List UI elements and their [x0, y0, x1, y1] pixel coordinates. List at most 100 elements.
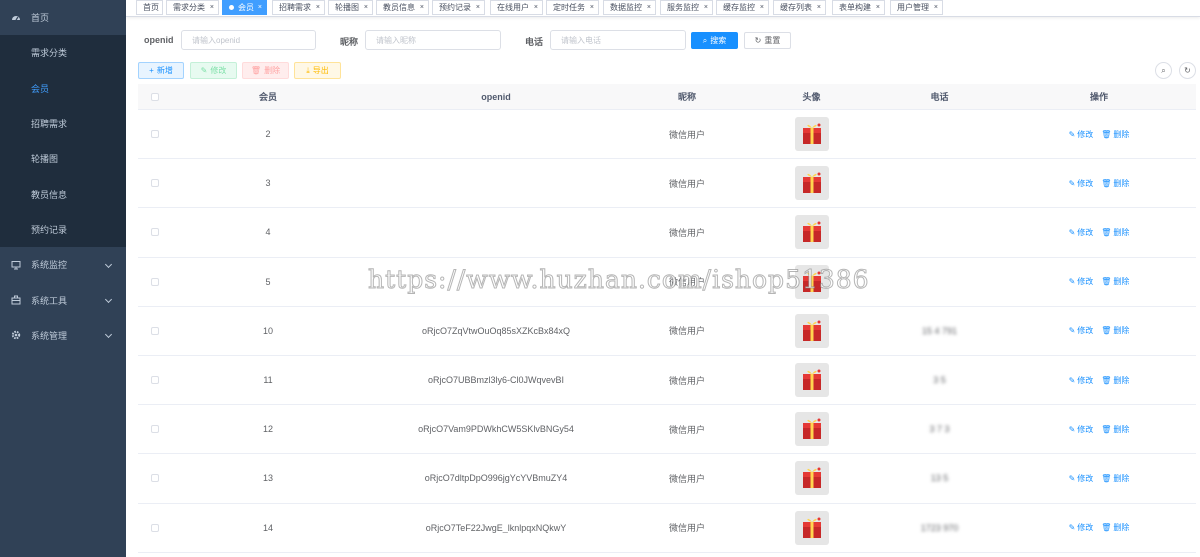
edit-icon: ✎ — [1068, 424, 1076, 434]
tag-carousel[interactable]: 轮播图 × — [328, 0, 373, 15]
close-icon[interactable]: × — [258, 4, 262, 11]
tag-cache-list[interactable]: 缓存列表 × — [773, 0, 826, 15]
tag-data-monitor[interactable]: 数据监控 × — [603, 0, 656, 15]
row-delete-button[interactable]: 🗑 删除 — [1101, 276, 1129, 287]
row-checkbox[interactable] — [151, 523, 159, 532]
tag-scheduled-tasks[interactable]: 定时任务 × — [546, 0, 599, 15]
close-icon[interactable]: × — [364, 4, 368, 11]
tag-appointment[interactable]: 预约记录 × — [432, 0, 485, 15]
avatar[interactable] — [794, 166, 829, 201]
row-edit-button[interactable]: ✎ 修改 — [1069, 424, 1094, 435]
sidebar-item-demand-category[interactable]: 需求分类 — [0, 35, 126, 71]
avatar[interactable] — [794, 363, 829, 398]
close-icon[interactable]: × — [590, 4, 594, 11]
tag-form-builder[interactable]: 表单构建 × — [832, 0, 885, 15]
row-edit-button[interactable]: ✎ 修改 — [1069, 129, 1094, 140]
row-checkbox[interactable] — [151, 474, 159, 483]
row-delete-button[interactable]: 🗑 删除 — [1101, 375, 1129, 386]
close-icon[interactable]: × — [934, 4, 938, 11]
sidebar-item-carousel[interactable]: 轮播图 — [0, 141, 126, 177]
cell-openid: oRjcO7Vam9PDWkhCW5SKlvBNGy54 — [418, 424, 574, 435]
close-icon[interactable]: × — [476, 4, 480, 11]
tag-server-monitor[interactable]: 服务监控 × — [660, 0, 713, 15]
delete-button[interactable]: 🗑 删除 — [242, 62, 289, 79]
row-edit-button[interactable]: ✎ 修改 — [1069, 178, 1094, 189]
close-icon[interactable]: × — [760, 4, 764, 11]
avatar[interactable] — [794, 215, 829, 250]
tag-member[interactable]: 会员 × — [222, 0, 267, 15]
close-icon[interactable]: × — [817, 4, 821, 11]
tag-recruitment[interactable]: 招聘需求 × — [272, 0, 325, 15]
select-all-checkbox[interactable] — [151, 92, 159, 101]
row-delete-button[interactable]: 🗑 删除 — [1101, 473, 1129, 484]
row-delete-button[interactable]: 🗑 删除 — [1101, 424, 1129, 435]
close-icon[interactable]: × — [534, 4, 538, 11]
row-checkbox[interactable] — [151, 376, 159, 385]
tag-home[interactable]: 首页 — [136, 0, 163, 15]
sidebar-item-system-monitor[interactable]: 系统监控 — [0, 247, 126, 282]
row-delete-button[interactable]: 🗑 删除 — [1101, 522, 1129, 533]
row-edit-button[interactable]: ✎ 修改 — [1069, 276, 1094, 287]
row-edit-button[interactable]: ✎ 修改 — [1069, 375, 1094, 386]
tag-teacher-info[interactable]: 教员信息 × — [376, 0, 429, 15]
close-icon[interactable]: × — [316, 4, 320, 11]
search-button[interactable]: ⌕ 搜索 — [691, 32, 738, 49]
avatar[interactable] — [794, 412, 829, 447]
avatar[interactable] — [794, 313, 829, 348]
reset-button[interactable]: ↻ 重置 — [744, 32, 791, 49]
sidebar-item-system-management[interactable]: 系统管理 — [0, 318, 126, 353]
row-edit-label: 修改 — [1077, 178, 1094, 188]
row-delete-button[interactable]: 🗑 删除 — [1101, 129, 1129, 140]
tag-label: 缓存监控 — [723, 3, 755, 12]
row-delete-button[interactable]: 🗑 删除 — [1101, 227, 1129, 238]
refresh-icon: ↻ — [754, 36, 762, 45]
cell-member-id: 14 — [262, 522, 273, 533]
avatar[interactable] — [794, 510, 829, 545]
toggle-search-button[interactable]: ⌕ — [1155, 62, 1172, 79]
sidebar-item-teacher-info[interactable]: 教员信息 — [0, 176, 126, 212]
row-edit-button[interactable]: ✎ 修改 — [1069, 227, 1094, 238]
edit-icon: ✎ — [1068, 178, 1076, 188]
row-checkbox[interactable] — [151, 130, 159, 139]
sidebar-item-appointment[interactable]: 预约记录 — [0, 211, 126, 248]
tag-label: 轮播图 — [335, 3, 359, 12]
close-icon[interactable]: × — [647, 4, 651, 11]
avatar[interactable] — [794, 117, 829, 152]
refresh-button[interactable]: ↻ — [1179, 62, 1196, 79]
sidebar-item-member[interactable]: 会员 — [0, 70, 126, 106]
row-checkbox[interactable] — [151, 228, 159, 237]
sidebar-item-label: 系统工具 — [31, 295, 68, 306]
row-edit-button[interactable]: ✎ 修改 — [1069, 522, 1094, 533]
tag-online-users[interactable]: 在线用户 × — [490, 0, 543, 15]
sidebar-item-system-tools[interactable]: 系统工具 — [0, 282, 126, 317]
tag-demand-category[interactable]: 需求分类 × — [166, 0, 219, 15]
row-edit-button[interactable]: ✎ 修改 — [1069, 473, 1094, 484]
phone-input[interactable]: 请输入电话 — [550, 30, 686, 50]
tag-user-management[interactable]: 用户管理 × — [890, 0, 943, 15]
openid-input[interactable]: 请输入openid — [181, 30, 316, 50]
tag-cache-monitor[interactable]: 缓存监控 × — [716, 0, 769, 15]
close-icon[interactable]: × — [704, 4, 708, 11]
sidebar-item-recruitment[interactable]: 招聘需求 — [0, 105, 126, 142]
sidebar-item-label: 需求分类 — [31, 48, 68, 59]
row-checkbox[interactable] — [151, 425, 159, 434]
row-checkbox[interactable] — [151, 179, 159, 188]
add-button[interactable]: + 新增 — [138, 62, 184, 79]
close-icon[interactable]: × — [420, 4, 424, 11]
avatar[interactable] — [794, 264, 829, 299]
row-checkbox[interactable] — [151, 277, 159, 286]
row-delete-button[interactable]: 🗑 删除 — [1101, 325, 1129, 336]
row-checkbox[interactable] — [151, 326, 159, 335]
export-button[interactable]: ⤓ 导出 — [294, 62, 341, 79]
close-icon[interactable]: × — [876, 4, 880, 11]
nickname-input[interactable]: 请输入昵称 — [365, 30, 501, 50]
avatar[interactable] — [794, 461, 829, 496]
sidebar-item-home[interactable]: 首页 — [0, 0, 126, 35]
close-icon[interactable]: × — [210, 4, 214, 11]
header-operations: 操作 — [1089, 92, 1108, 102]
row-edit-button[interactable]: ✎ 修改 — [1069, 325, 1094, 336]
row-delete-button[interactable]: 🗑 删除 — [1101, 178, 1129, 189]
trash-icon: 🗑 — [1101, 424, 1112, 434]
edit-button[interactable]: ✎ 修改 — [190, 62, 237, 79]
edit-icon: ✎ — [1068, 326, 1076, 336]
